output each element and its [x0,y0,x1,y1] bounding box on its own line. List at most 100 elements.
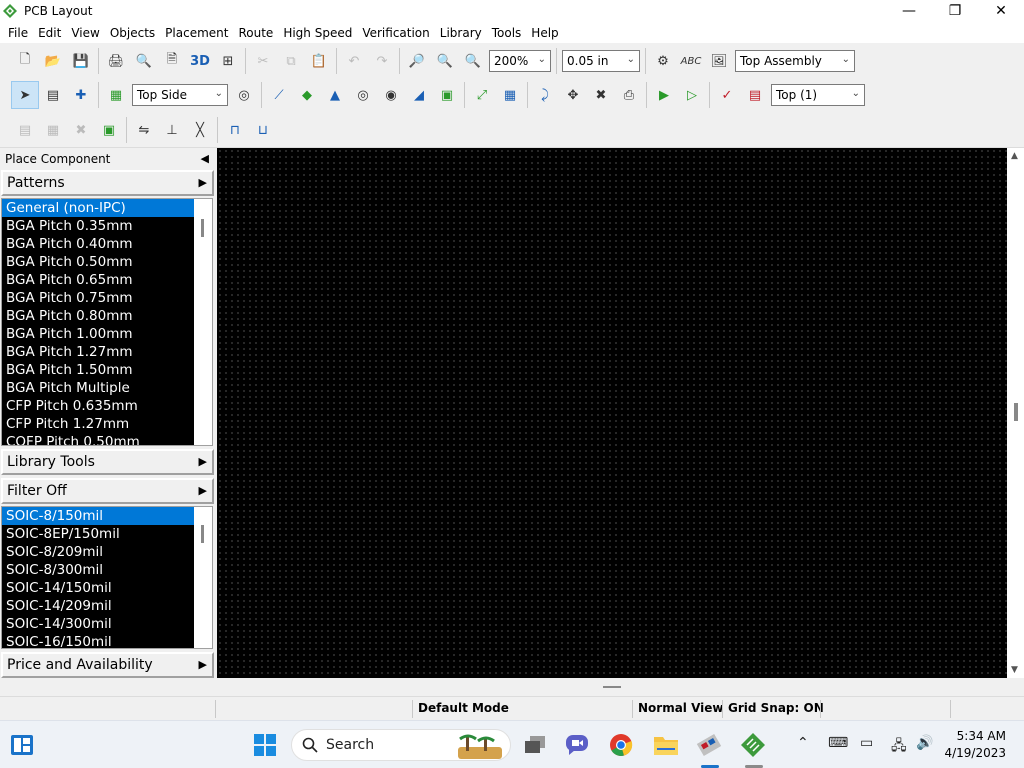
via-icon[interactable]: ◎ [349,81,377,109]
route-trace-icon[interactable]: ⟋ [265,81,293,109]
board-side-select[interactable]: Top Side ⌄ [132,84,228,106]
list-item[interactable]: SOIC-16/150mil [2,633,195,648]
menu-tools[interactable]: Tools [487,26,527,40]
menu-library[interactable]: Library [435,26,487,40]
list-item[interactable]: CQFP Pitch 0.50mm [2,433,195,445]
collapse-panel-icon[interactable]: ◀ [201,152,209,165]
panelize-icon[interactable]: ⊞ [214,47,242,75]
list-item[interactable]: SOIC-8/209mil [2,543,195,561]
fanout-icon[interactable]: ⊥ [158,116,186,144]
search-input[interactable]: Search [291,729,511,761]
canvas-vertical-scrollbar[interactable]: ▲ ▼ [1007,148,1024,678]
paste-icon[interactable]: 📋 [305,47,333,75]
grid-table-icon[interactable]: ▦ [496,81,524,109]
battery-icon[interactable]: ▭ [860,735,873,751]
find-binoculars-icon[interactable]: ◎ [230,81,258,109]
print-icon[interactable]: 🖨 [102,47,130,75]
canvas-splitter[interactable] [217,678,1007,696]
zoom-out-icon[interactable]: 🔍 [431,47,459,75]
list-item[interactable]: BGA Pitch 0.65mm [2,271,195,289]
drc-check-icon[interactable]: ✓ [713,81,741,109]
clock[interactable]: 5:34 AM 4/19/2023 [944,728,1006,762]
zoom-fit-icon[interactable]: 🔍 [459,47,487,75]
crosshair-icon[interactable]: ✚ [67,81,95,109]
new-file-icon[interactable]: 🗋 [11,47,39,75]
patterns-section[interactable]: Patterns ▶ [1,170,214,196]
list-item[interactable]: BGA Pitch Multiple [2,379,195,397]
scrollbar-thumb[interactable] [201,219,204,237]
open-folder-icon[interactable]: 📂 [39,47,67,75]
select-pointer-icon[interactable]: ➤ [11,81,39,109]
splitter-grip-icon[interactable] [603,686,621,688]
waveform-icon[interactable]: ⊔ [249,116,277,144]
view-3d-button[interactable]: 3D [186,47,214,75]
text-icon[interactable]: ABC [677,47,705,75]
menu-placement[interactable]: Placement [160,26,233,40]
list-item[interactable]: SOIC-8/150mil [2,507,195,525]
menu-high-speed[interactable]: High Speed [278,26,357,40]
list-item[interactable]: BGA Pitch 1.50mm [2,361,195,379]
scroll-up-icon[interactable]: ▲ [1011,151,1018,161]
net-icon[interactable]: ⇋ [130,116,158,144]
zoom-in-icon[interactable]: 🔎 [403,47,431,75]
scrollbar-thumb[interactable] [1014,403,1018,421]
widgets-icon[interactable] [6,729,38,761]
arc-icon[interactable]: ▲ [321,81,349,109]
ratsnest-icon[interactable]: ╳ [186,116,214,144]
volume-icon[interactable]: 🔊 [916,735,933,751]
report-icon[interactable]: 🗎 [158,47,186,75]
menu-edit[interactable]: Edit [33,26,66,40]
redo-icon[interactable]: ↷ [368,47,396,75]
cut-icon[interactable]: ✂ [249,47,277,75]
list-item[interactable]: SOIC-14/209mil [2,597,195,615]
align-icon[interactable]: ▤ [11,116,39,144]
list-item[interactable]: BGA Pitch 0.35mm [2,217,195,235]
pcb-layout-taskbar-icon[interactable] [737,729,769,761]
pcb-canvas[interactable] [217,148,1007,678]
chrome-icon[interactable] [605,729,637,761]
undo-icon[interactable]: ↶ [340,47,368,75]
copper-fill-icon[interactable]: ◢ [405,81,433,109]
group-icon[interactable]: ▦ [39,116,67,144]
list-item[interactable]: SOIC-8EP/150mil [2,525,195,543]
list-item[interactable]: CFP Pitch 0.635mm [2,397,195,415]
filter-section[interactable]: Filter Off ▶ [1,478,214,504]
list-item[interactable]: General (non-IPC) [2,199,195,217]
network-icon[interactable]: 🖧 [891,735,907,759]
wire-icon[interactable]: ⤸ [531,81,559,109]
price-availability-section[interactable]: Price and Availability ▶ [1,652,214,678]
menu-help[interactable]: Help [526,26,563,40]
list-item[interactable]: BGA Pitch 0.80mm [2,307,195,325]
scrollbar-thumb[interactable] [201,525,204,543]
task-view-icon[interactable] [519,729,551,761]
copy-icon[interactable]: ⧉ [277,47,305,75]
swap-icon[interactable]: ✖ [587,81,615,109]
list-item[interactable]: SOIC-8/300mil [2,561,195,579]
pulse-icon[interactable]: ⊓ [221,116,249,144]
run-step-icon[interactable]: ▷ [678,81,706,109]
keyboard-icon[interactable]: ⌨ [828,735,848,751]
move-icon[interactable]: ✥ [559,81,587,109]
hole-icon[interactable]: ◉ [377,81,405,109]
library-tools-section[interactable]: Library Tools ▶ [1,449,214,475]
auto-route-icon[interactable]: ▣ [433,81,461,109]
run-icon[interactable]: ▶ [650,81,678,109]
list-item[interactable]: BGA Pitch 0.50mm [2,253,195,271]
properties-icon[interactable]: ▣ [95,116,123,144]
patterns-scrollbar[interactable] [194,199,212,445]
ungroup-icon[interactable]: ✖ [67,116,95,144]
scroll-down-icon[interactable]: ▼ [1011,665,1018,675]
list-item[interactable]: BGA Pitch 1.27mm [2,343,195,361]
chevron-up-icon[interactable]: ⌃ [797,735,809,751]
save-icon[interactable]: 💾 [67,47,95,75]
list-item[interactable]: BGA Pitch 1.00mm [2,325,195,343]
export-icon[interactable]: ⎙ [615,81,643,109]
grid-size-select[interactable]: 0.05 in ⌄ [562,50,640,72]
maximize-button[interactable]: ❐ [932,0,978,22]
menu-verification[interactable]: Verification [357,26,434,40]
components-scrollbar[interactable] [194,507,212,648]
close-button[interactable]: ✕ [978,0,1024,22]
start-icon[interactable] [249,729,281,761]
image-icon[interactable]: 🖼 [705,47,733,75]
list-item[interactable]: SOIC-14/150mil [2,579,195,597]
